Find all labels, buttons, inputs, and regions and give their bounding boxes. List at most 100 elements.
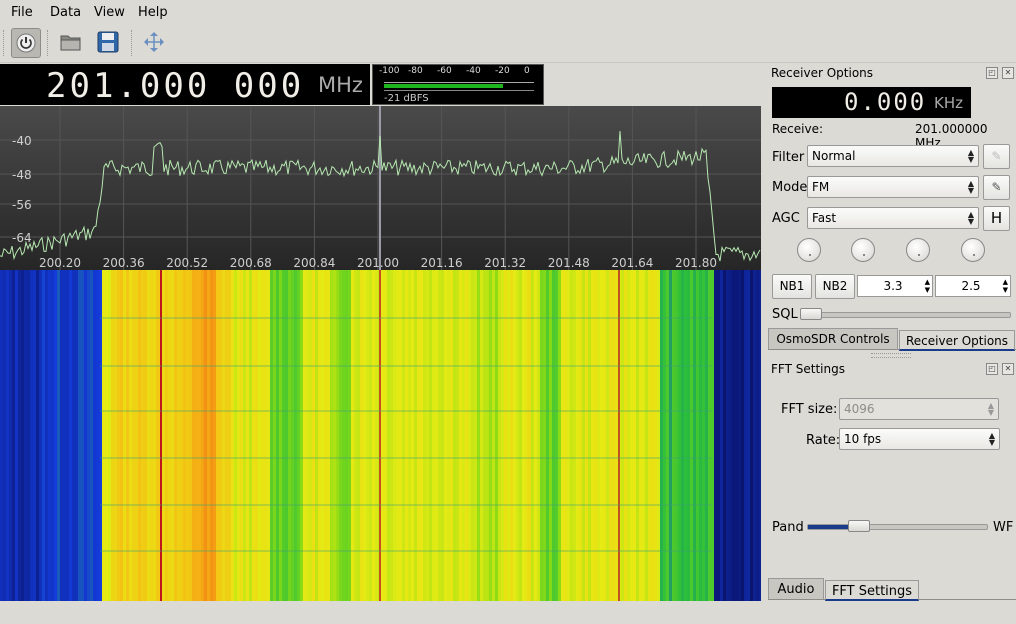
menu-data[interactable]: Data [50, 5, 81, 20]
waterfall-column [729, 270, 732, 601]
combo-arrows-icon: ▲ ▼ [967, 210, 974, 226]
rate-select[interactable]: 10 fps ▲ ▼ [839, 428, 1000, 450]
fft-settings-header: FFT Settings ◰ ✕ [768, 360, 1016, 378]
float-icon[interactable]: ◰ [986, 67, 998, 79]
tab-osmosdr-controls[interactable]: OsmoSDR Controls [768, 328, 898, 349]
nb1-button[interactable]: NB1 [772, 274, 812, 299]
filter-select[interactable]: Normal ▲ ▼ [807, 145, 979, 167]
offset-display[interactable]: 0.000 KHz [772, 87, 971, 118]
power-button[interactable] [11, 28, 41, 58]
waterfall-column [66, 270, 69, 601]
offset-unit: KHz [934, 94, 963, 112]
tab-audio[interactable]: Audio [768, 578, 824, 599]
meter-tick-label: -40 [466, 66, 481, 76]
toolbar [0, 24, 1016, 63]
waterfall-column [24, 270, 27, 601]
agc-slope-knob[interactable] [906, 238, 930, 262]
combo-arrows-icon: ▲ ▼ [967, 179, 974, 195]
waterfall-column [18, 270, 21, 601]
waterfall-column [81, 270, 84, 601]
mode-options-button[interactable]: ✎ [983, 175, 1010, 200]
combo-arrows-icon: ▲ ▼ [988, 431, 995, 447]
waterfall-column [72, 270, 75, 601]
receive-label: Receive: [772, 122, 824, 136]
meter-baseline [384, 90, 534, 91]
mode-value: FM [812, 180, 830, 194]
pand-wf-slider-fill [808, 525, 848, 529]
meter-level-bar [384, 84, 503, 88]
spin-arrows-icon[interactable]: ▲ ▼ [1003, 278, 1008, 294]
waterfall-column [39, 270, 42, 601]
close-icon[interactable]: ✕ [1002, 67, 1014, 79]
waterfall-column [735, 270, 738, 601]
agc-gain-knob[interactable] [961, 238, 985, 262]
agc-select[interactable]: Fast ▲ ▼ [807, 207, 979, 229]
db-tick-label: -40 [12, 134, 32, 148]
sql-slider-track[interactable] [800, 312, 1011, 318]
frequency-display[interactable]: 201.000 000 MHz [0, 64, 370, 106]
waterfall-column [75, 270, 78, 601]
save-button[interactable] [94, 28, 124, 58]
waterfall-column [6, 270, 9, 601]
spin-arrows-icon[interactable]: ▲ ▼ [925, 278, 930, 294]
sql-slider-handle[interactable] [800, 308, 822, 320]
pand-wf-slider-handle[interactable] [848, 520, 870, 532]
freq-tick-label: 201.48 [548, 256, 590, 270]
waterfall-column [69, 270, 72, 601]
close-icon[interactable]: ✕ [1002, 363, 1014, 375]
fft-size-select: 4096 ▲ ▼ [839, 398, 999, 420]
mode-label: Mode [772, 180, 808, 195]
waterfall-column [36, 270, 39, 601]
agc-hang-button[interactable]: H [983, 206, 1010, 231]
waterfall-column [27, 270, 30, 601]
open-button[interactable] [57, 28, 87, 58]
menu-bar: File Data View Help [0, 0, 1016, 24]
nb1-threshold-spinbox[interactable]: 3.3 ▲ ▼ [857, 275, 933, 297]
receiver-options-header: Receiver Options ◰ ✕ [768, 64, 1016, 82]
toolbar-grip[interactable] [3, 30, 6, 56]
filter-edit-button[interactable]: ✎ [983, 144, 1010, 169]
db-tick-label: -56 [12, 198, 32, 212]
waterfall-column [753, 270, 756, 601]
dock-splitter[interactable] [871, 353, 911, 358]
sql-label: SQL [772, 307, 798, 322]
offset-value[interactable]: 0.000 [844, 88, 926, 116]
save-icon [97, 31, 119, 53]
meter-reading: -21 dBFS [384, 93, 429, 104]
float-icon[interactable]: ◰ [986, 363, 998, 375]
agc-value: Fast [812, 211, 837, 225]
agc-decay-knob[interactable] [851, 238, 875, 262]
waterfall-column [84, 270, 87, 601]
waterfall-column [57, 270, 60, 601]
menu-help[interactable]: Help [138, 5, 168, 20]
freq-tick-label: 201.64 [611, 256, 653, 270]
freq-tick-label: 200.36 [103, 256, 145, 270]
meter-tick-label: -100 [379, 66, 400, 76]
menu-file[interactable]: File [11, 5, 33, 20]
waterfall-column [21, 270, 24, 601]
nb2-threshold-spinbox[interactable]: 2.5 ▲ ▼ [935, 275, 1011, 297]
nb2-threshold-value: 2.5 [961, 279, 981, 293]
freq-tick-label: 200.20 [39, 256, 81, 270]
agc-threshold-knob[interactable] [797, 238, 821, 262]
fullscreen-icon [144, 32, 164, 52]
waterfall-column [756, 270, 759, 601]
meter-scale-line [384, 82, 534, 83]
waterfall-display[interactable] [0, 270, 761, 601]
nb2-button[interactable]: NB2 [815, 274, 855, 299]
db-tick-label: -64 [12, 231, 32, 245]
tab-fft-settings[interactable]: FFT Settings [825, 580, 919, 601]
menu-view[interactable]: View [94, 5, 125, 20]
tab-receiver-options[interactable]: Receiver Options [899, 330, 1015, 351]
waterfall-column [717, 270, 720, 601]
fullscreen-button[interactable] [140, 28, 170, 58]
freq-tick-label: 201.16 [421, 256, 463, 270]
spectrum-plot[interactable]: -40 -48 -56 -64 200.20 200.36 200.52 200.68 200.… [0, 106, 761, 270]
mode-select[interactable]: FM ▲ ▼ [807, 176, 979, 198]
tool-icon: ✎ [991, 149, 1002, 163]
combo-arrows-icon: ▲ ▼ [987, 401, 994, 417]
waterfall-column [738, 270, 741, 601]
frequency-value[interactable]: 201.000 000 [46, 66, 304, 106]
frequency-unit: MHz [318, 73, 363, 97]
spectrum-graph: -40 -48 -56 -64 200.20 200.36 200.52 200.68 200.… [0, 106, 761, 270]
